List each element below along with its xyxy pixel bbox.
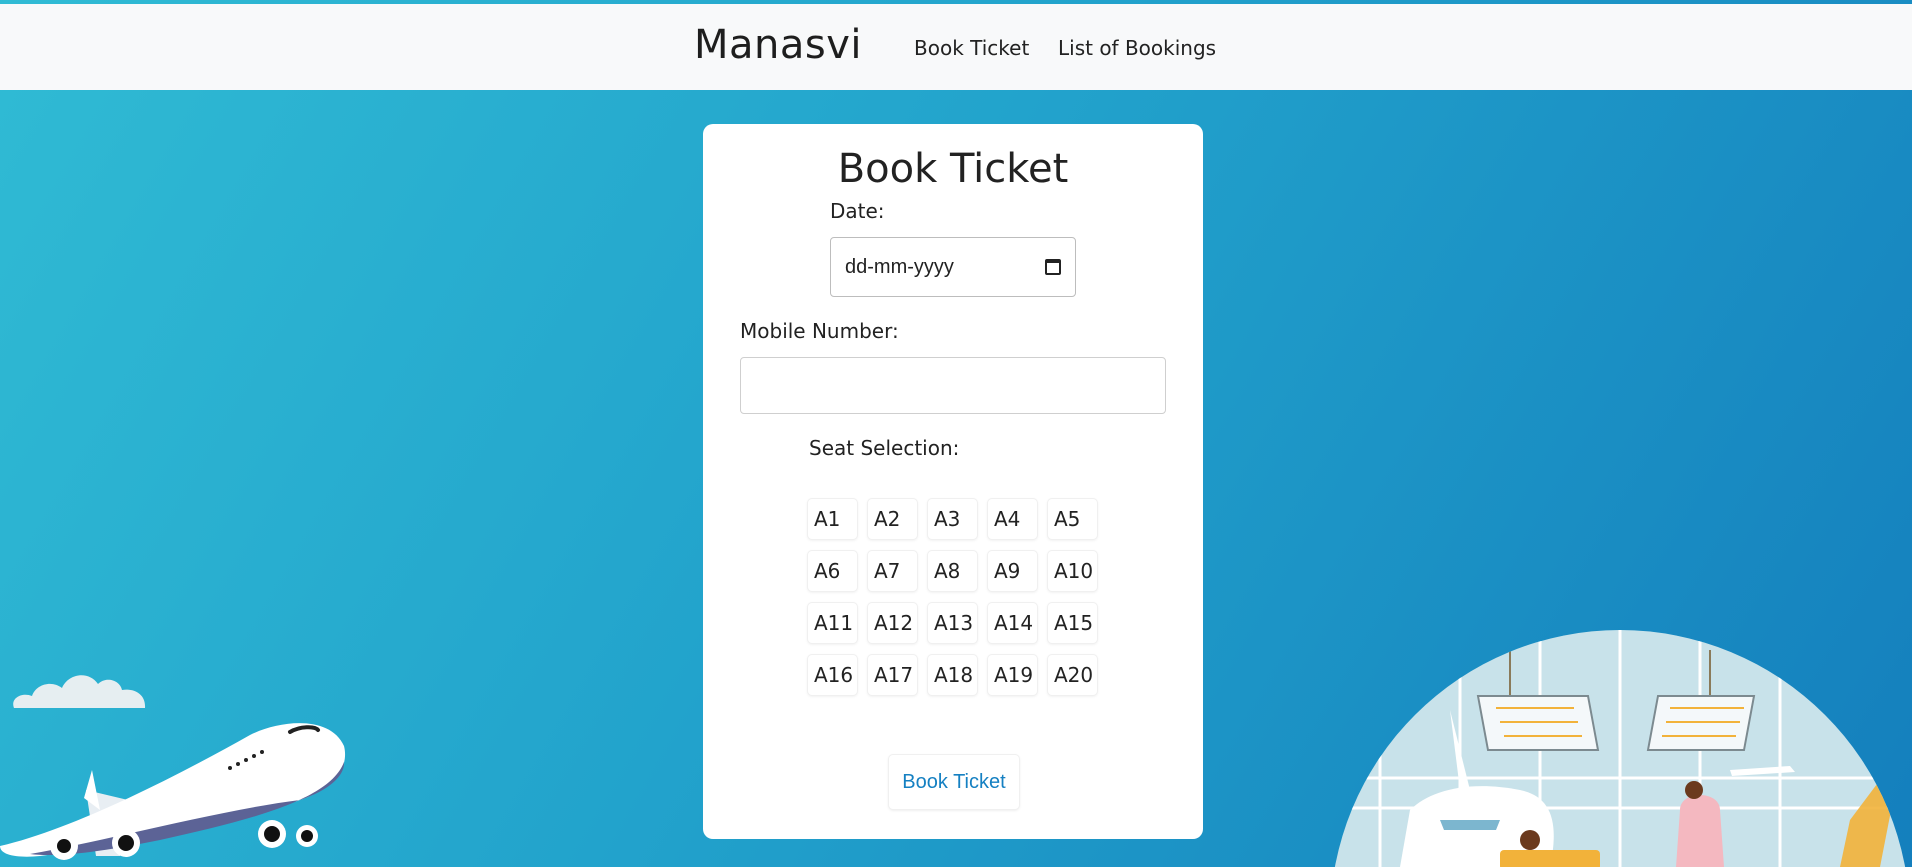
seat-button[interactable]: A4 — [988, 499, 1037, 539]
brand-logo[interactable]: Manasvi — [694, 22, 862, 68]
seat-button[interactable]: A7 — [868, 551, 917, 591]
date-label: Date: — [830, 199, 885, 223]
booking-card: Book Ticket Date: dd-mm-yyyy Mobile Numb… — [703, 124, 1203, 839]
navbar: Manasvi Book Ticket List of Bookings — [0, 4, 1912, 90]
seat-button[interactable]: A17 — [868, 655, 917, 695]
seat-button[interactable]: A15 — [1048, 603, 1097, 643]
seat-button[interactable]: A1 — [808, 499, 857, 539]
date-placeholder: dd-mm-yyyy — [845, 255, 954, 278]
nav-link-book-ticket[interactable]: Book Ticket — [914, 36, 1029, 60]
seat-button[interactable]: A19 — [988, 655, 1037, 695]
seat-button[interactable]: A18 — [928, 655, 977, 695]
seat-button[interactable]: A6 — [808, 551, 857, 591]
date-input[interactable]: dd-mm-yyyy — [830, 237, 1076, 297]
airport-illustration — [1330, 630, 1910, 867]
seat-button[interactable]: A8 — [928, 551, 977, 591]
cloud-shape — [13, 675, 146, 708]
mobile-number-input[interactable] — [740, 357, 1166, 414]
seat-button[interactable]: A3 — [928, 499, 977, 539]
seat-selection-label: Seat Selection: — [809, 436, 960, 460]
book-ticket-button[interactable]: Book Ticket — [889, 755, 1019, 809]
airplane-illustration — [0, 675, 346, 860]
seat-button[interactable]: A2 — [868, 499, 917, 539]
mobile-number-label: Mobile Number: — [740, 319, 899, 343]
seat-button[interactable]: A13 — [928, 603, 977, 643]
seat-button[interactable]: A9 — [988, 551, 1037, 591]
calendar-icon[interactable] — [1045, 259, 1061, 275]
seat-grid: A1 A2 A3 A4 A5 A6 A7 A8 A9 A10 A11 A12 A… — [808, 499, 1097, 695]
seat-button[interactable]: A16 — [808, 655, 857, 695]
seat-button[interactable]: A20 — [1048, 655, 1097, 695]
seat-button[interactable]: A12 — [868, 603, 917, 643]
page-title: Book Ticket — [837, 146, 1069, 192]
seat-button[interactable]: A10 — [1048, 551, 1097, 591]
seat-button[interactable]: A14 — [988, 603, 1037, 643]
nav-link-list-of-bookings[interactable]: List of Bookings — [1058, 36, 1216, 60]
seat-button[interactable]: A5 — [1048, 499, 1097, 539]
seat-button[interactable]: A11 — [808, 603, 857, 643]
